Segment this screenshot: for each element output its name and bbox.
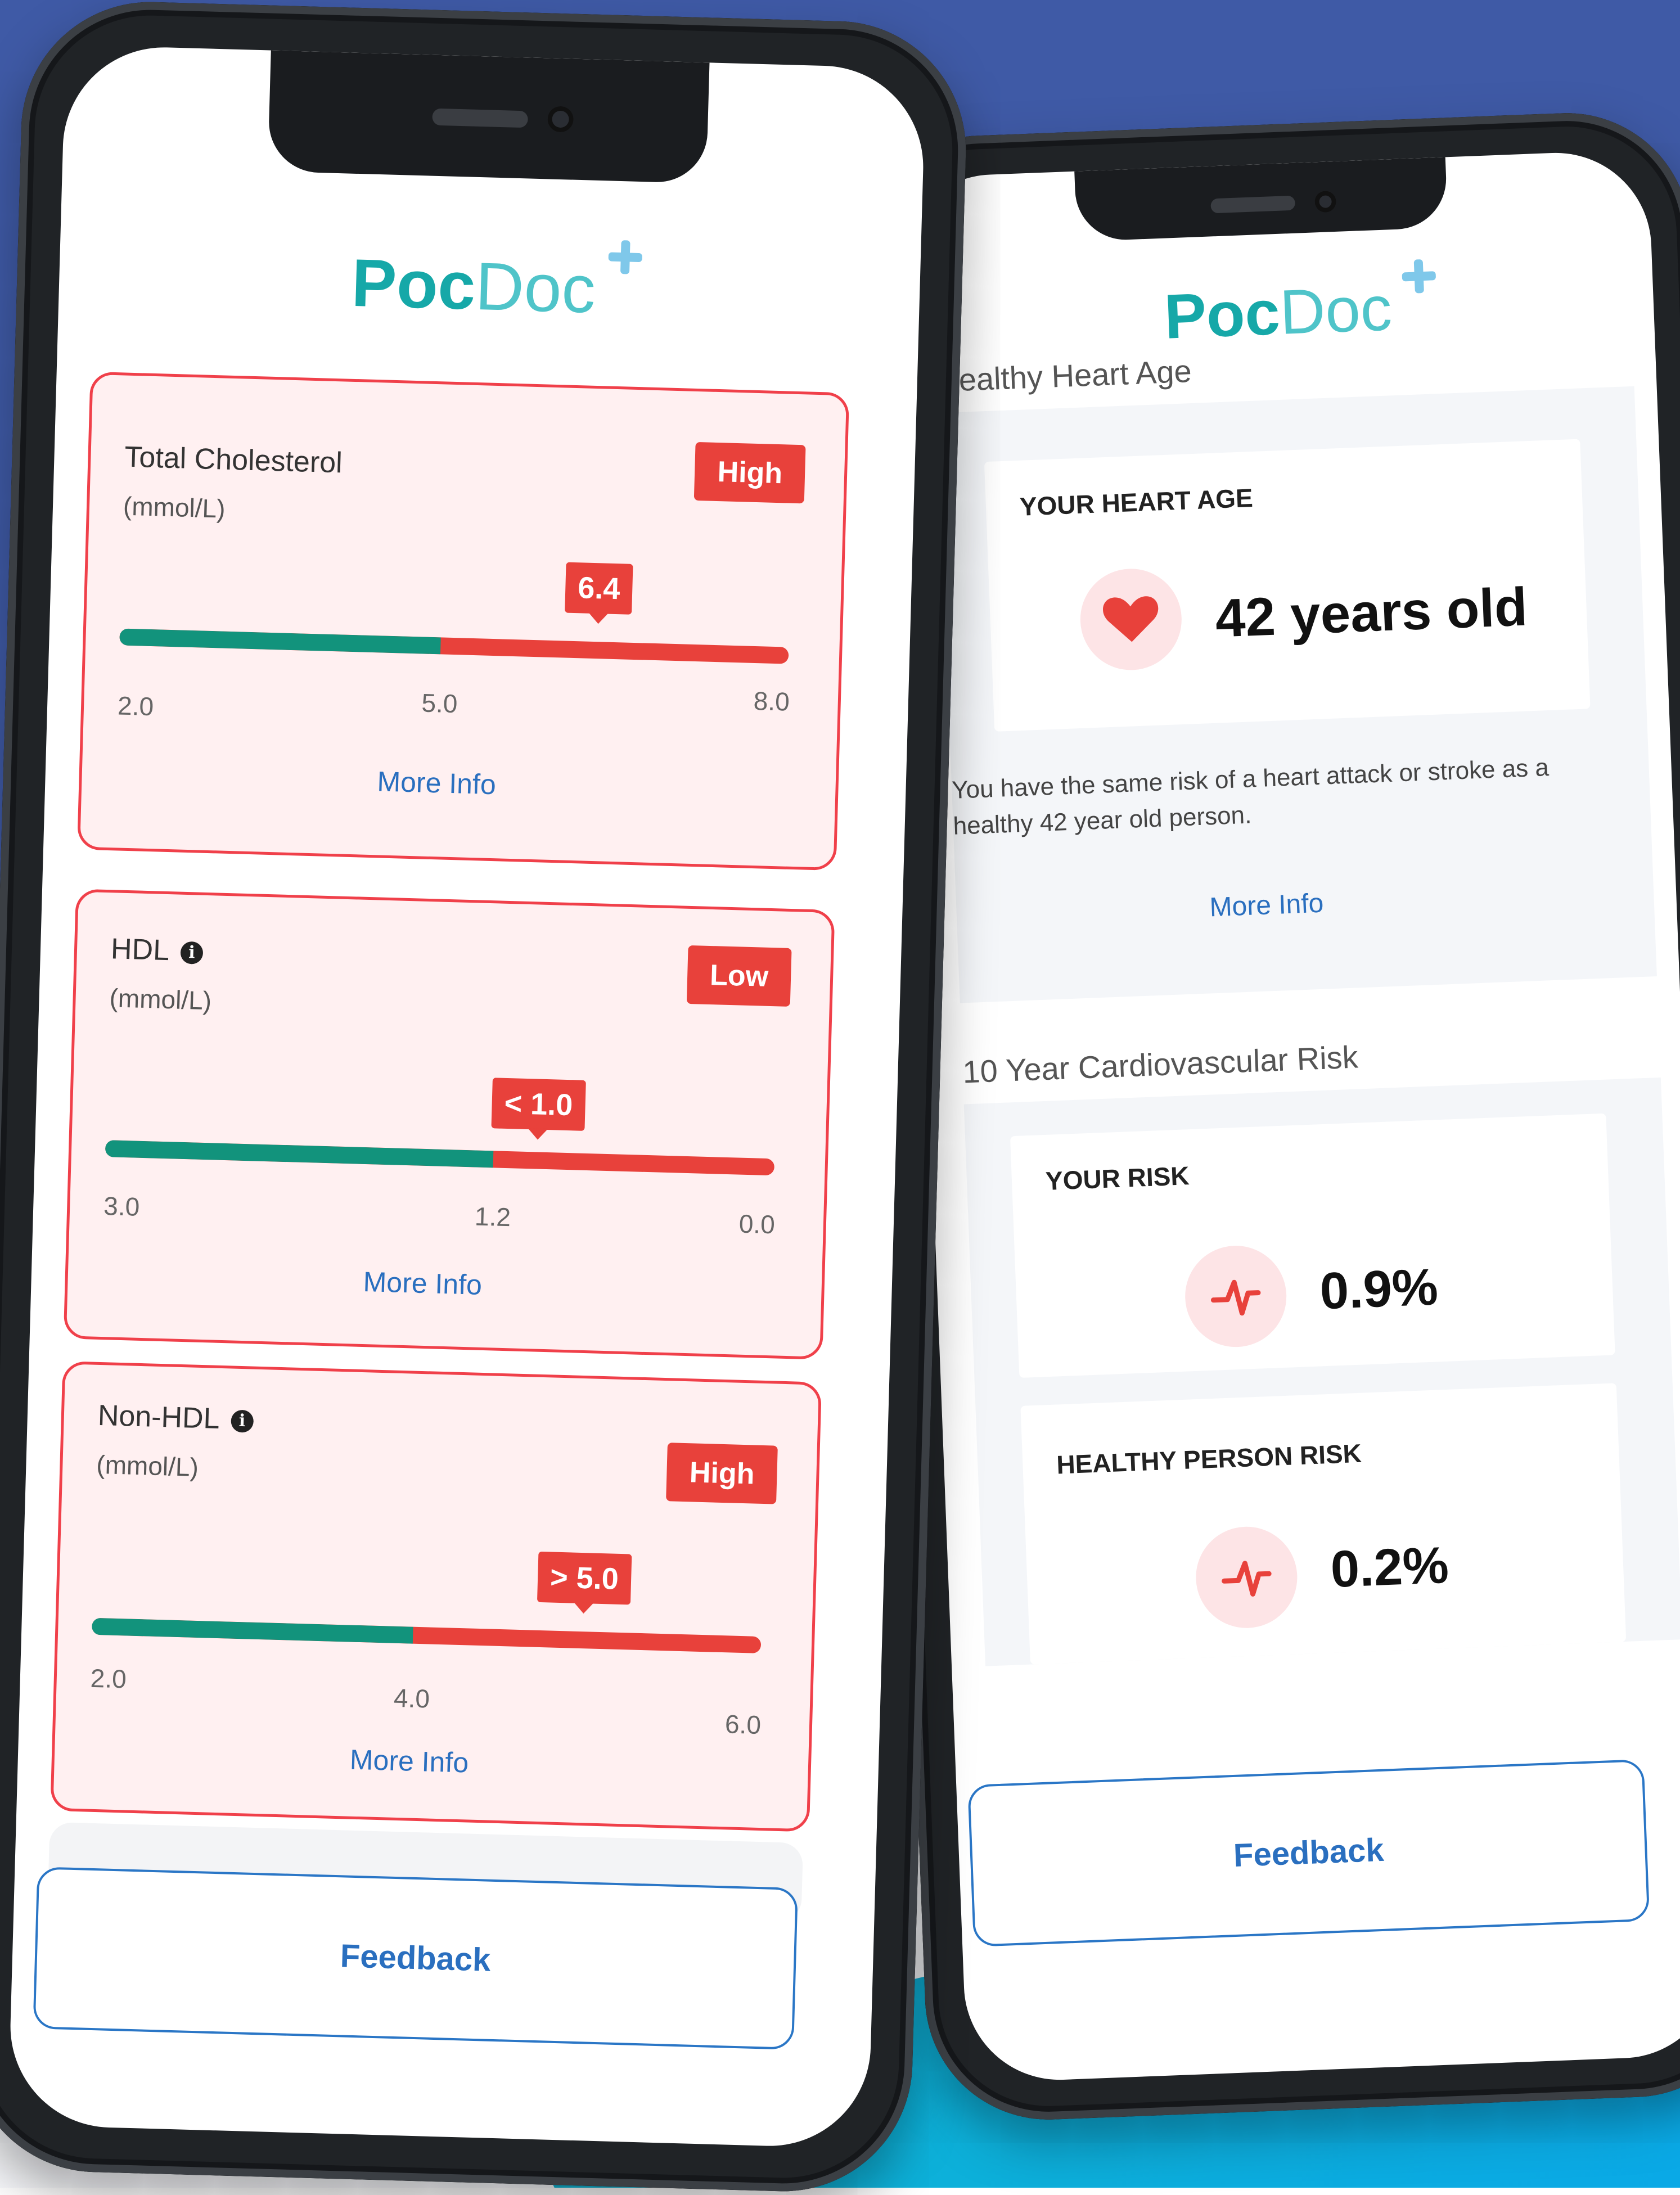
info-icon[interactable]: i [180,941,204,965]
card-unit: (mmol/L) [96,1449,199,1482]
speaker [1210,195,1296,214]
status-badge: Low [686,945,792,1007]
total-cholesterol-card[interactable]: Total Cholesterol (mmol/L) High 6.4 2.0 … [77,371,850,871]
notch [267,50,710,184]
range-bar-normal [119,628,441,655]
logo-cross-icon [608,240,643,274]
tick-label: 2.0 [117,691,154,722]
risk-section-title: 10 Year Cardiovascular Risk [962,1039,1359,1090]
pulse-icon [1183,1243,1289,1349]
range-bar [92,1617,762,1653]
card-unit: (mmol/L) [109,983,212,1016]
front-camera [547,106,574,133]
range-bar-normal [92,1617,413,1644]
card-title-text: Non-HDL [97,1399,220,1435]
heart-age-screen: PocDoc Healthy Heart Age YOUR HEART AGE … [894,149,1680,2084]
more-info-link[interactable]: More Info [349,1743,469,1779]
front-camera [1314,190,1337,213]
hdl-card[interactable]: HDL i (mmol/L) Low < 1.0 3.0 1.2 0.0 More… [63,889,835,1360]
heart-more-info-link[interactable]: More Info [1209,888,1325,923]
tick-label: 8.0 [753,686,790,716]
your-risk-label: YOUR RISK [1045,1161,1190,1196]
your-risk-value: 0.9% [1319,1258,1439,1320]
range-bar-normal [105,1140,494,1168]
tick-label: 2.0 [90,1663,127,1694]
healthy-risk-value: 0.2% [1330,1536,1450,1598]
card-title: Total Cholesterol [124,440,343,480]
tick-label: 3.0 [103,1191,140,1222]
healthy-risk-label: HEALTHY PERSON RISK [1056,1438,1362,1480]
card-title: Non-HDL i [97,1399,254,1437]
value-marker: < 1.0 [491,1078,586,1131]
heart-icon [1078,567,1184,672]
pulse-icon [1194,1525,1299,1630]
heart-age-card: YOUR HEART AGE 42 years old [984,439,1591,732]
pocdoc-logo: PocDoc [350,245,597,327]
status-badge: High [666,1443,778,1504]
pocdoc-logo: PocDoc [1163,273,1393,352]
logo-cross-icon [1402,259,1436,294]
more-info-link[interactable]: More Info [377,765,497,801]
status-badge: High [694,441,806,504]
risk-panel: YOUR RISK 0.9% HEALTHY PERSON RISK 0.2% [963,1077,1680,1666]
card-title: HDL i [110,932,204,968]
info-icon[interactable]: i [230,1409,254,1433]
phone-left: PocDoc Total Cholesterol (mmol/L) High 6… [0,0,970,2195]
more-info-link[interactable]: More Info [363,1265,483,1301]
heart-section-title: Healthy Heart Age [935,353,1192,399]
non-hdl-card[interactable]: Non-HDL i (mmol/L) High > 5.0 2.0 4.0 6.0… [50,1361,822,1832]
feedback-button[interactable]: Feedback [33,1867,798,2050]
speaker [432,108,528,128]
card-title-text: HDL [110,932,170,967]
tick-label: 0.0 [738,1209,776,1240]
tick-label: 5.0 [421,688,458,719]
heart-age-value: 42 years old [1214,576,1529,649]
value-marker: 6.4 [565,562,633,615]
feedback-button[interactable]: Feedback [967,1759,1650,1947]
tick-label: 6.0 [724,1709,762,1740]
card-unit: (mmol/L) [123,491,226,524]
tick-label: 4.0 [393,1683,430,1714]
value-marker: > 5.0 [537,1551,632,1605]
notch [1074,157,1448,242]
phone-right: PocDoc Healthy Heart Age YOUR HEART AGE … [853,108,1680,2125]
heart-age-panel: YOUR HEART AGE 42 years old You have the… [937,386,1657,1003]
tick-label: 1.2 [474,1201,511,1232]
results-screen: PocDoc Total Cholesterol (mmol/L) High 6… [7,44,926,2149]
range-bar [119,628,789,664]
range-bar [105,1140,775,1176]
your-risk-card: YOUR RISK 0.9% [1010,1113,1615,1378]
heart-age-label: YOUR HEART AGE [1019,483,1254,521]
heart-age-description: You have the same risk of a heart attack… [951,754,1550,840]
healthy-risk-card: HEALTHY PERSON RISK 0.2% [1020,1383,1627,1665]
